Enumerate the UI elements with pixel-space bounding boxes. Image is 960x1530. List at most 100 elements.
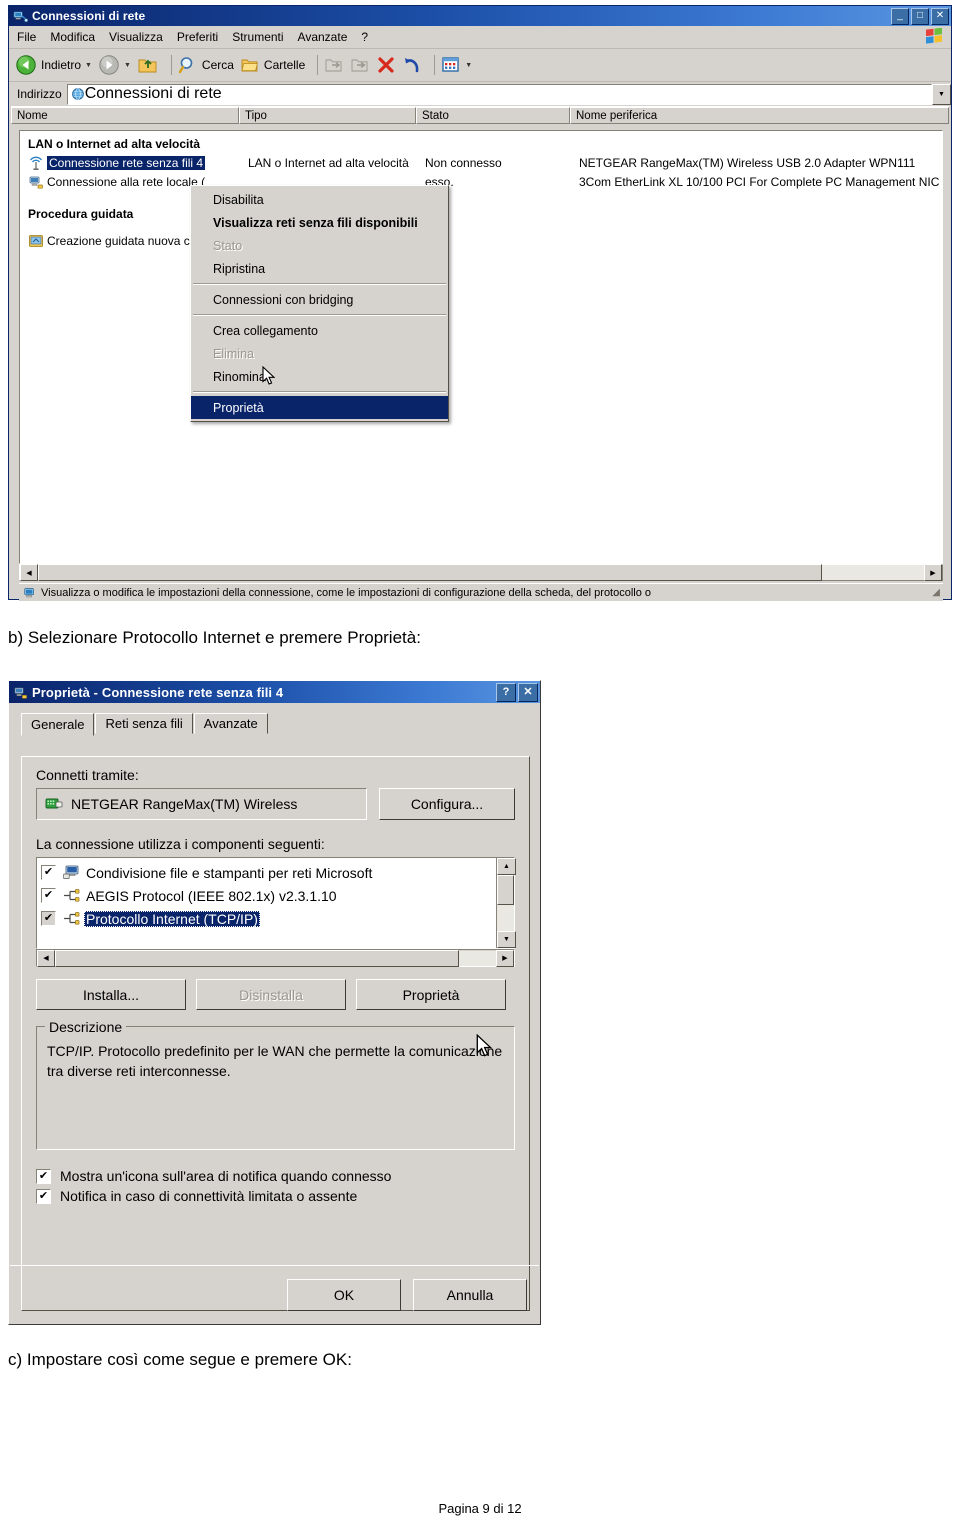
- back-button[interactable]: Indietro ▼: [15, 54, 92, 76]
- notify-limited-label: Notifica in caso di connettività limitat…: [60, 1188, 358, 1204]
- help-button[interactable]: ?: [496, 682, 516, 702]
- list-item[interactable]: ✔ AEGIS Protocol (IEEE 802.1x) v2.3.1.10: [41, 884, 496, 907]
- maximize-button[interactable]: □: [911, 7, 929, 25]
- address-bar: Indirizzo Connessioni di rete ▼: [9, 82, 951, 106]
- scroll-track[interactable]: [822, 565, 924, 580]
- menu-avanzate[interactable]: Avanzate: [298, 30, 348, 44]
- scroll-thumb[interactable]: [38, 564, 822, 581]
- tab-reti-senza-fili[interactable]: Reti senza fili: [95, 713, 193, 734]
- show-icon-checkbox-row[interactable]: ✔ Mostra un'icona sull'area di notifica …: [36, 1168, 515, 1184]
- table-row[interactable]: Connessione alla rete locale ( esso. 3Co…: [20, 172, 942, 191]
- undo-arrow-icon: [405, 58, 419, 73]
- component-checkbox[interactable]: ✔: [41, 888, 56, 903]
- configure-button[interactable]: Configura...: [379, 788, 515, 820]
- description-groupbox: Descrizione TCP/IP. Protocollo predefini…: [36, 1019, 515, 1150]
- list-item[interactable]: ✔ Protocollo Internet (TCP/IP): [41, 907, 496, 930]
- components-horizontal-scrollbar[interactable]: ◀ ▶: [36, 949, 515, 967]
- notification-options: ✔ Mostra un'icona sull'area di notifica …: [36, 1168, 515, 1204]
- table-row[interactable]: Creazione guidata nuova con: [20, 231, 942, 250]
- folders-button[interactable]: Cartelle: [240, 55, 305, 75]
- scroll-thumb[interactable]: [55, 949, 459, 967]
- forward-dropdown-icon: ▼: [123, 61, 131, 69]
- status-info-icon: [24, 587, 34, 597]
- menu-visualizza[interactable]: Visualizza: [109, 30, 163, 44]
- menu-strumenti[interactable]: Strumenti: [232, 30, 283, 44]
- minimize-button[interactable]: _: [891, 7, 909, 25]
- menu-file[interactable]: File: [17, 30, 36, 44]
- dialog-title: Proprietà - Connessione rete senza fili …: [32, 684, 284, 700]
- folders-icon: [241, 59, 258, 72]
- context-menu-item-bridging[interactable]: Connessioni con bridging: [191, 288, 448, 311]
- wireless-icon: [29, 156, 43, 170]
- scroll-track[interactable]: [497, 905, 514, 931]
- close-button[interactable]: ✕: [931, 7, 949, 25]
- views-button[interactable]: ▼: [441, 56, 472, 74]
- tab-generale[interactable]: Generale: [21, 713, 95, 736]
- context-menu-item-visualizza-reti[interactable]: Visualizza reti senza fili disponibili: [191, 211, 448, 234]
- copy-to-button: [350, 55, 370, 75]
- search-button[interactable]: Cerca: [178, 55, 234, 75]
- scroll-up-button[interactable]: ▲: [497, 858, 516, 875]
- component-checkbox[interactable]: ✔: [41, 865, 56, 880]
- components-items: ✔ Condivisione file e stampanti per reti…: [37, 858, 496, 948]
- tab-panel-generale: Connetti tramite: NETGEAR RangeMax(TM) W…: [21, 756, 530, 1311]
- delete-button[interactable]: [376, 55, 396, 75]
- tab-avanzate[interactable]: Avanzate: [193, 713, 268, 734]
- context-menu-separator: [193, 283, 446, 285]
- column-header-nome-periferica[interactable]: Nome periferica: [570, 107, 949, 124]
- address-input[interactable]: Connessioni di rete: [66, 83, 932, 105]
- row-name-text: Connessione rete senza fili 4: [47, 155, 206, 170]
- notify-limited-checkbox-row[interactable]: ✔ Notifica in caso di connettività limit…: [36, 1188, 515, 1204]
- component-checkbox[interactable]: ✔: [41, 911, 56, 926]
- address-value: Connessioni di rete: [84, 85, 222, 102]
- scroll-thumb[interactable]: [497, 875, 514, 905]
- context-menu-item-rinomina[interactable]: Rinomina: [191, 365, 448, 388]
- show-icon-checkbox[interactable]: ✔: [36, 1168, 51, 1184]
- up-button[interactable]: [137, 54, 159, 76]
- context-menu-item-stato: Stato: [213, 238, 243, 253]
- scroll-track[interactable]: [459, 950, 496, 966]
- wireless-properties-dialog: Proprietà - Connessione rete senza fili …: [8, 680, 541, 1325]
- context-menu-item-disabilita[interactable]: Disabilita: [191, 188, 448, 211]
- horizontal-scrollbar[interactable]: ◀ ▶: [19, 564, 943, 581]
- install-button[interactable]: Installa...: [36, 979, 186, 1010]
- move-to-button: [324, 55, 344, 75]
- context-menu-item-proprieta[interactable]: Proprietà: [191, 396, 448, 419]
- connections-list: LAN o Internet ad alta velocità Connessi…: [19, 130, 943, 564]
- back-dropdown-icon[interactable]: ▼: [85, 62, 92, 69]
- scroll-left-button[interactable]: ◀: [20, 564, 38, 581]
- menu-preferiti[interactable]: Preferiti: [177, 30, 218, 44]
- resize-grip-icon[interactable]: ◢: [932, 587, 940, 598]
- column-header-nome[interactable]: Nome: [11, 107, 239, 124]
- move-to-folder-icon: [325, 59, 342, 72]
- address-label: Indirizzo: [17, 87, 62, 101]
- components-list[interactable]: ✔ Condivisione file e stampanti per reti…: [36, 857, 516, 949]
- row-name-text: Creazione guidata nuova con: [47, 233, 204, 248]
- menu-help[interactable]: ?: [361, 30, 368, 44]
- column-header-tipo[interactable]: Tipo: [239, 107, 416, 124]
- views-dropdown-icon[interactable]: ▼: [465, 62, 472, 69]
- back-arrow-icon: [16, 55, 36, 75]
- components-vertical-scrollbar[interactable]: ▲ ▼: [496, 858, 516, 948]
- scroll-right-button[interactable]: ▶: [496, 949, 514, 967]
- scroll-right-button[interactable]: ▶: [924, 564, 942, 581]
- folders-label: Cartelle: [263, 58, 306, 72]
- address-dropdown-button[interactable]: ▼: [932, 83, 951, 105]
- group-header-lan: LAN o Internet ad alta velocità: [28, 137, 201, 151]
- notify-limited-checkbox[interactable]: ✔: [36, 1188, 51, 1204]
- context-menu-item-elimina: Elimina: [213, 346, 254, 361]
- menu-modifica[interactable]: Modifica: [50, 30, 95, 44]
- ok-button[interactable]: OK: [287, 1278, 401, 1311]
- list-item[interactable]: ✔ Condivisione file e stampanti per reti…: [41, 861, 496, 884]
- column-header-stato[interactable]: Stato: [416, 107, 570, 124]
- table-row[interactable]: Connessione rete senza fili 4 LAN o Inte…: [20, 153, 942, 172]
- menu-bar: File Modifica Visualizza Preferiti Strum…: [9, 26, 951, 49]
- scroll-left-button[interactable]: ◀: [37, 949, 55, 967]
- context-menu-item-crea-collegamento[interactable]: Crea collegamento: [191, 319, 448, 342]
- undo-button[interactable]: [402, 55, 422, 75]
- scroll-down-button[interactable]: ▼: [497, 931, 516, 948]
- properties-button[interactable]: Proprietà: [356, 979, 506, 1010]
- dialog-close-button[interactable]: ✕: [518, 682, 538, 702]
- context-menu-item-ripristina[interactable]: Ripristina: [191, 257, 448, 280]
- cancel-button[interactable]: Annulla: [413, 1278, 527, 1311]
